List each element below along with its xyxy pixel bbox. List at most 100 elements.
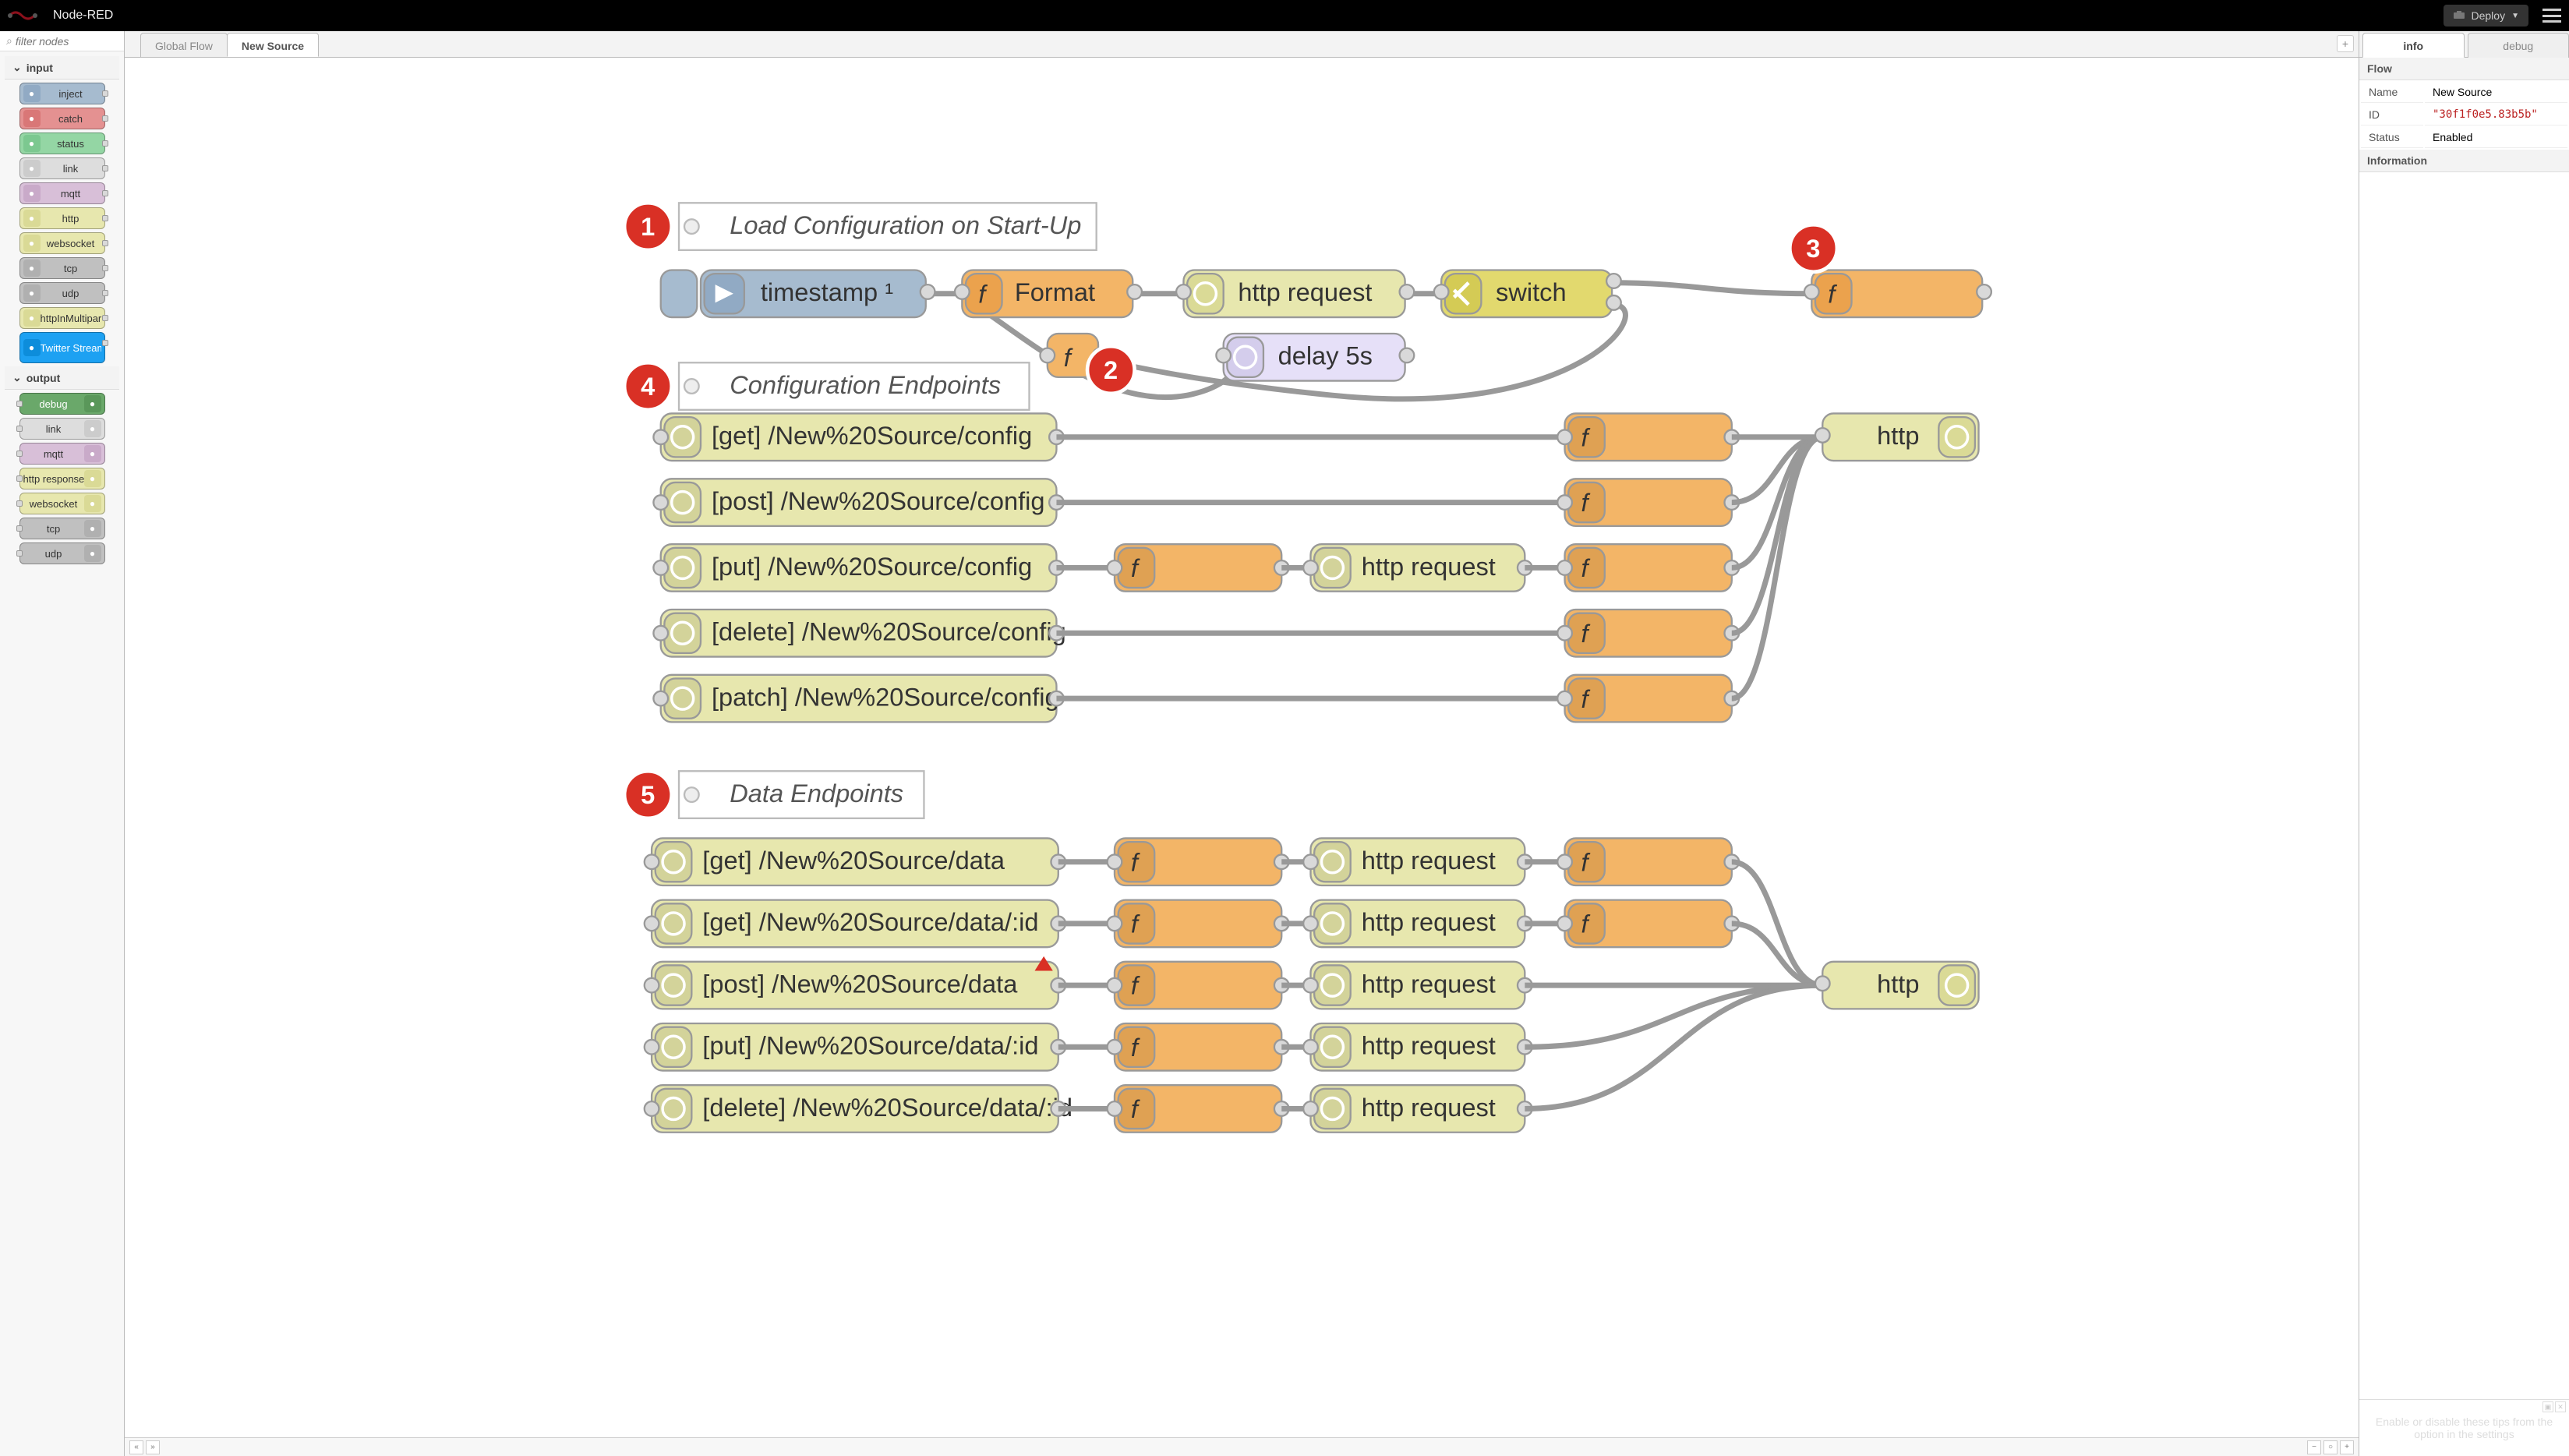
http-in-node[interactable]: [post] /New%20Source/data xyxy=(645,962,1065,1009)
palette-node[interactable]: ●httpInMultipart xyxy=(19,307,105,329)
function-node[interactable]: f xyxy=(1108,544,1289,592)
http-in-node[interactable]: [put] /New%20Source/config xyxy=(653,544,1063,592)
palette-node[interactable]: ●tcp xyxy=(19,518,105,539)
http-request-node[interactable]: http request xyxy=(1303,900,1532,948)
sidebar-tab-debug[interactable]: debug xyxy=(2468,33,2569,58)
nav-toggle-button[interactable]: « xyxy=(129,1440,143,1454)
workspace-tabs: Global Flow New Source + xyxy=(125,31,2359,58)
http-response-node[interactable]: http xyxy=(1815,962,1979,1009)
palette-category-output[interactable]: ⌄ output xyxy=(5,366,119,390)
svg-text:Data Endpoints: Data Endpoints xyxy=(730,779,903,808)
http-request-node[interactable]: http request xyxy=(1303,838,1532,885)
palette-node[interactable]: ●mqtt xyxy=(19,443,105,465)
delay-node[interactable]: delay 5s xyxy=(1216,334,1414,381)
svg-text:http request: http request xyxy=(1362,1031,1496,1060)
palette-node[interactable]: ●udp xyxy=(19,542,105,564)
sidebar-tab-info[interactable]: info xyxy=(2362,33,2465,58)
info-sidebar: info debug Flow NameNew Source ID"30f1f0… xyxy=(2359,31,2569,1456)
palette-node[interactable]: ●udp xyxy=(19,282,105,304)
function-node[interactable]: f xyxy=(1108,900,1289,948)
http-in-node[interactable]: [delete] /New%20Source/data/:id xyxy=(645,1085,1072,1133)
http-response-node[interactable]: http xyxy=(1815,413,1979,461)
zoom-reset-button[interactable]: ○ xyxy=(2323,1440,2338,1454)
function-node[interactable]: f xyxy=(1557,675,1739,723)
function-node[interactable]: f xyxy=(1557,544,1739,592)
function-node[interactable]: f xyxy=(1557,610,1739,657)
info-section-information: Information xyxy=(2359,150,2569,172)
palette-node[interactable]: ●status xyxy=(19,133,105,154)
http-request-node[interactable]: http request xyxy=(1303,962,1532,1009)
node-type-icon: ● xyxy=(84,495,101,512)
function-node[interactable]: f xyxy=(1804,270,1991,317)
http-in-node[interactable]: [post] /New%20Source/config xyxy=(653,479,1063,526)
http-in-node[interactable]: [get] /New%20Source/data xyxy=(645,838,1065,885)
flow-canvas[interactable]: Load Configuration on Start-Up 1 xyxy=(125,58,2359,1437)
chevron-down-icon: ⌄ xyxy=(12,371,22,384)
node-port xyxy=(102,265,108,271)
palette-node[interactable]: ●Twitter Stream xyxy=(19,332,105,363)
function-node[interactable]: f xyxy=(1557,413,1739,461)
flow-tab[interactable]: Global Flow xyxy=(140,33,228,57)
tips-close-icon[interactable]: ✕ xyxy=(2555,1401,2566,1412)
http-request-node[interactable]: http request xyxy=(1303,544,1532,592)
svg-text:http request: http request xyxy=(1362,552,1496,581)
add-tab-button[interactable]: + xyxy=(2337,35,2354,52)
tips-pin-icon[interactable]: ▣ xyxy=(2542,1401,2553,1412)
function-node[interactable]: f xyxy=(1108,1085,1289,1133)
palette-node-label: udp xyxy=(41,288,101,299)
comment-node[interactable]: Load Configuration on Start-Up xyxy=(679,203,1097,250)
palette-category-input[interactable]: ⌄ input xyxy=(5,56,119,80)
palette-node[interactable]: ●catch xyxy=(19,108,105,129)
svg-text:[delete] /New%20Source/config: [delete] /New%20Source/config xyxy=(712,617,1066,646)
svg-text:[put] /New%20Source/config: [put] /New%20Source/config xyxy=(712,552,1032,581)
http-in-node[interactable]: [get] /New%20Source/config xyxy=(653,413,1063,461)
main-menu-button[interactable] xyxy=(2542,9,2561,23)
http-in-node[interactable]: [get] /New%20Source/data/:id xyxy=(645,900,1065,948)
http-request-node[interactable]: http request xyxy=(1303,1023,1532,1071)
palette-node[interactable]: ●mqtt xyxy=(19,182,105,204)
palette-filter[interactable]: ⌕ xyxy=(0,31,124,51)
http-request-node[interactable]: http request xyxy=(1176,270,1414,317)
comment-node[interactable]: Data Endpoints xyxy=(679,771,924,818)
function-node[interactable]: f xyxy=(1108,1023,1289,1071)
function-node[interactable]: f xyxy=(1557,838,1739,885)
zoom-out-button[interactable]: − xyxy=(2307,1440,2321,1454)
zoom-in-button[interactable]: + xyxy=(2340,1440,2354,1454)
palette-node[interactable]: ●websocket xyxy=(19,232,105,254)
svg-text:[delete] /New%20Source/data/:i: [delete] /New%20Source/data/:id xyxy=(702,1093,1072,1122)
node-port xyxy=(102,315,108,321)
chevron-down-icon: ⌄ xyxy=(12,61,22,74)
node-type-icon: ● xyxy=(84,420,101,437)
http-in-node[interactable]: [delete] /New%20Source/config xyxy=(653,610,1065,657)
palette-node-label: httpInMultipart xyxy=(41,313,101,324)
http-in-node[interactable]: [patch] /New%20Source/config xyxy=(653,675,1063,723)
palette-node[interactable]: ●websocket xyxy=(19,493,105,514)
deploy-button[interactable]: Deploy ▼ xyxy=(2444,5,2529,27)
function-node[interactable]: f xyxy=(1108,962,1289,1009)
function-node[interactable]: f xyxy=(1108,838,1289,885)
palette-node[interactable]: ●debug xyxy=(19,393,105,415)
svg-text:http request: http request xyxy=(1238,277,1372,306)
node-port xyxy=(102,215,108,221)
function-node[interactable]: f xyxy=(1557,479,1739,526)
palette-node[interactable]: ●link xyxy=(19,418,105,440)
function-node[interactable]: f xyxy=(1557,900,1739,948)
palette-node[interactable]: ●inject xyxy=(19,83,105,104)
palette-node-label: tcp xyxy=(23,523,84,535)
palette-node[interactable]: ●http response xyxy=(19,468,105,489)
http-in-node[interactable]: [put] /New%20Source/data/:id xyxy=(645,1023,1065,1071)
comment-node[interactable]: Configuration Endpoints xyxy=(679,362,1029,410)
function-node[interactable]: f Format xyxy=(955,270,1142,317)
node-port xyxy=(16,475,23,482)
flow-tab[interactable]: New Source xyxy=(227,33,319,57)
inject-node[interactable]: timestamp ¹ xyxy=(661,270,935,317)
palette-node[interactable]: ●tcp xyxy=(19,257,105,279)
node-palette: ⌕ ⌄ input ●inject ●catch ●status ●link ●mqtt… xyxy=(0,31,125,1456)
switch-node[interactable]: switch xyxy=(1434,270,1621,317)
http-request-node[interactable]: http request xyxy=(1303,1085,1532,1133)
palette-node[interactable]: ●http xyxy=(19,207,105,229)
palette-node[interactable]: ●link xyxy=(19,157,105,179)
canvas-footer: « » − ○ + xyxy=(125,1437,2359,1456)
nav-toggle-button[interactable]: » xyxy=(146,1440,160,1454)
svg-text:Configuration Endpoints: Configuration Endpoints xyxy=(730,370,1001,399)
